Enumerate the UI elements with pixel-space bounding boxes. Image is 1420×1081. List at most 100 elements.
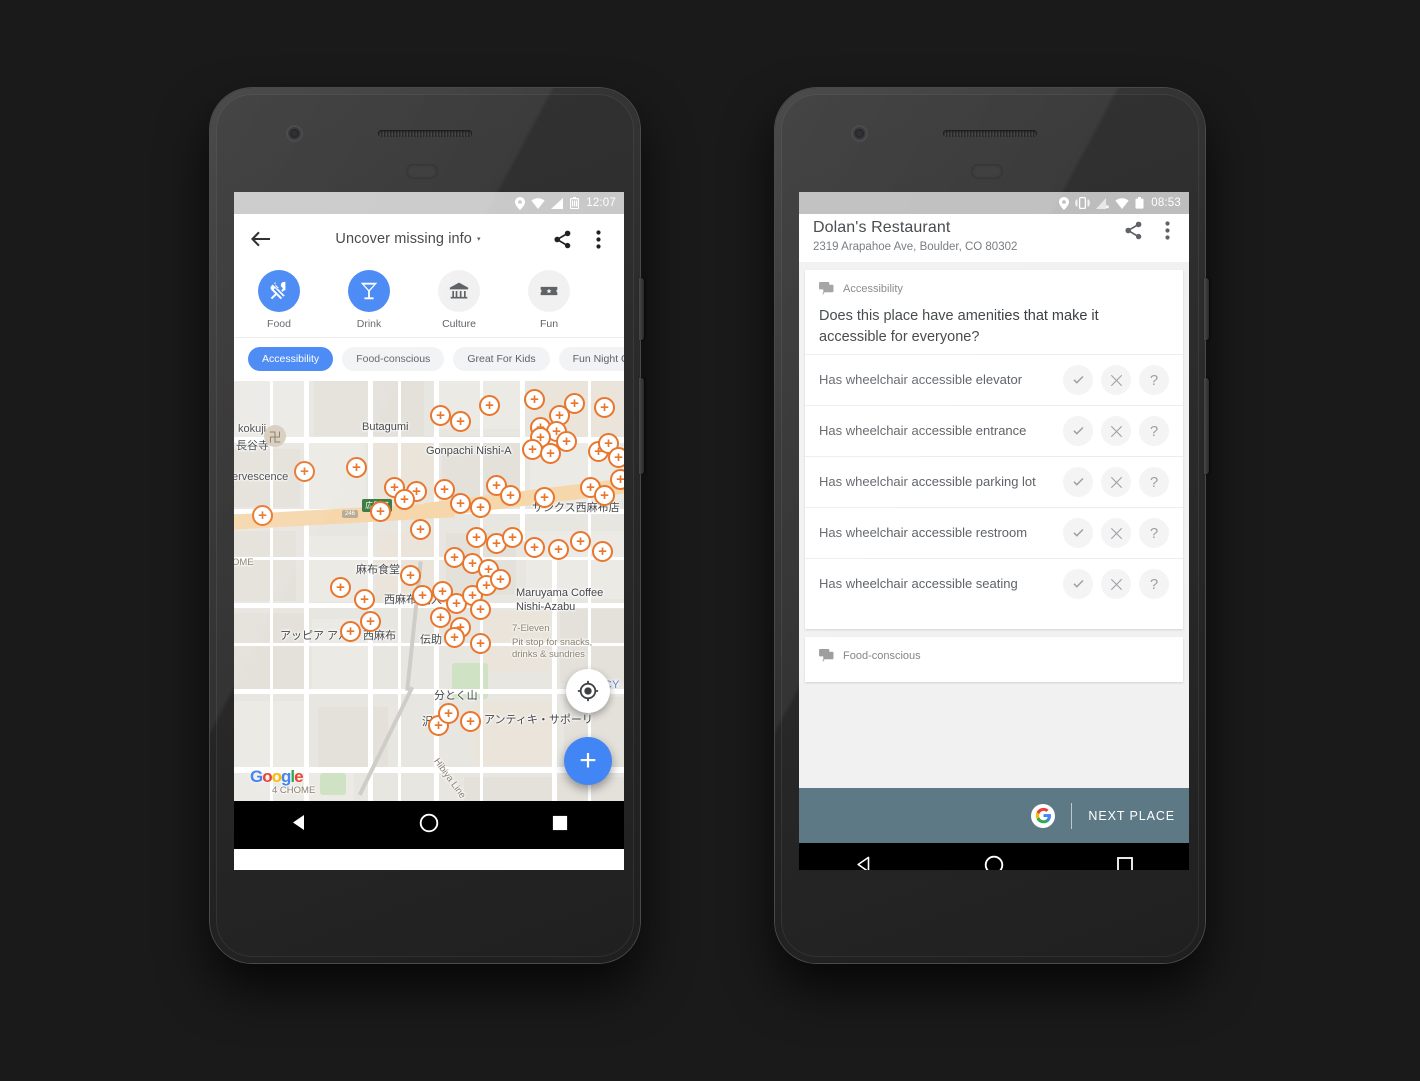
question-row: Has wheelchair accessible elevator ? — [805, 354, 1183, 405]
add-place-marker-icon[interactable]: + — [466, 527, 487, 548]
highway-shield: 246 — [342, 510, 359, 518]
add-place-marker-icon[interactable]: + — [524, 389, 545, 410]
add-place-marker-icon[interactable]: + — [370, 501, 391, 522]
volume-button-left[interactable] — [639, 378, 644, 474]
add-place-marker-icon[interactable]: + — [548, 539, 569, 560]
answer-yes-button[interactable] — [1063, 365, 1093, 396]
add-place-marker-icon[interactable]: + — [594, 485, 615, 506]
phone-screen-right: 08:53 Dolan's Restaurant 2319 Arapahoe A… — [799, 192, 1189, 870]
answer-unknown-button[interactable]: ? — [1139, 569, 1169, 600]
add-place-marker-icon[interactable]: + — [294, 461, 315, 482]
answer-unknown-button[interactable]: ? — [1139, 467, 1169, 498]
earpiece-speaker-right — [943, 130, 1037, 137]
overflow-menu-icon[interactable] — [586, 227, 610, 251]
add-place-marker-icon[interactable]: + — [608, 447, 624, 468]
android-nav-bar-right — [799, 843, 1189, 870]
chip-fun-night-out[interactable]: Fun Night O — [558, 347, 624, 371]
category-fun[interactable]: Fun — [504, 270, 594, 330]
nav-back-icon[interactable] — [855, 856, 872, 870]
add-place-marker-icon[interactable]: + — [524, 537, 545, 558]
add-place-marker-icon[interactable]: + — [470, 599, 491, 620]
add-place-marker-icon[interactable]: + — [490, 569, 511, 590]
question-mark-icon: ? — [1149, 575, 1159, 593]
add-place-marker-icon[interactable]: + — [410, 519, 431, 540]
category-culture[interactable]: Culture — [414, 270, 504, 330]
answer-no-button[interactable] — [1101, 365, 1131, 396]
add-place-marker-icon[interactable]: + — [592, 541, 613, 562]
answer-yes-button[interactable] — [1063, 467, 1093, 498]
add-place-marker-icon[interactable]: + — [394, 489, 415, 510]
add-place-marker-icon[interactable]: + — [450, 411, 471, 432]
answer-no-button[interactable] — [1101, 416, 1131, 447]
add-place-marker-icon[interactable]: + — [570, 531, 591, 552]
add-place-marker-icon[interactable]: + — [438, 703, 459, 724]
category-food[interactable]: Food — [234, 270, 324, 330]
signal-off-icon — [1096, 197, 1110, 209]
answer-unknown-button[interactable]: ? — [1139, 365, 1169, 396]
add-place-marker-icon[interactable]: + — [252, 505, 273, 526]
add-place-marker-icon[interactable]: + — [470, 497, 491, 518]
add-place-marker-icon[interactable]: + — [412, 585, 433, 606]
answer-yes-button[interactable] — [1063, 416, 1093, 447]
nav-back-icon[interactable] — [290, 814, 307, 836]
answer-unknown-button[interactable]: ? — [1139, 518, 1169, 549]
answer-yes-button[interactable] — [1063, 569, 1093, 600]
question-feed[interactable]: Accessibility Does this place have ameni… — [799, 262, 1189, 788]
nav-home-icon[interactable] — [984, 855, 1004, 870]
add-place-marker-icon[interactable]: + — [450, 493, 471, 514]
add-place-marker-icon[interactable]: + — [346, 457, 367, 478]
add-place-marker-icon[interactable]: + — [400, 565, 421, 586]
nav-home-icon[interactable] — [419, 813, 439, 838]
add-place-marker-icon[interactable]: + — [430, 405, 451, 426]
add-place-marker-icon[interactable]: + — [354, 589, 375, 610]
chip-food-conscious[interactable]: Food-conscious — [342, 347, 445, 371]
answer-no-button[interactable] — [1101, 518, 1131, 549]
question-row: Has wheelchair accessible seating ? — [805, 558, 1183, 609]
answer-no-button[interactable] — [1101, 569, 1131, 600]
answer-no-button[interactable] — [1101, 467, 1131, 498]
add-place-marker-icon[interactable]: + — [610, 469, 624, 490]
add-place-marker-icon[interactable]: + — [460, 711, 481, 732]
back-arrow-icon[interactable] — [248, 227, 272, 251]
forum-icon — [819, 282, 834, 295]
food-conscious-card[interactable]: Food-conscious — [805, 637, 1183, 683]
add-place-marker-icon[interactable]: + — [502, 527, 523, 548]
add-place-marker-icon[interactable]: + — [500, 485, 521, 506]
my-location-button[interactable] — [566, 669, 610, 713]
power-button-left[interactable] — [639, 278, 644, 340]
share-icon[interactable] — [1121, 218, 1145, 242]
add-place-marker-icon[interactable]: + — [444, 627, 465, 648]
overflow-menu-icon[interactable] — [1155, 218, 1179, 242]
volume-button-right[interactable] — [1204, 378, 1209, 474]
question-label: Has wheelchair accessible restroom — [819, 524, 1028, 540]
app-bar-title-group[interactable]: Uncover missing info ▾ — [278, 231, 538, 247]
answer-unknown-button[interactable]: ? — [1139, 416, 1169, 447]
add-place-marker-icon[interactable]: + — [330, 577, 351, 598]
nav-recents-icon[interactable] — [1116, 856, 1133, 870]
phone-device-right: 08:53 Dolan's Restaurant 2319 Arapahoe A… — [775, 88, 1209, 963]
question-mark-icon: ? — [1149, 473, 1159, 491]
map-canvas[interactable]: 246 広尾町 kokuji 長谷寺 ervescence Butagumi G… — [234, 381, 624, 801]
place-address: 2319 Arapahoe Ave, Boulder, CO 80302 — [813, 241, 1018, 253]
add-place-marker-icon[interactable]: + — [360, 611, 381, 632]
add-place-fab[interactable]: + — [564, 737, 612, 785]
chip-accessibility[interactable]: Accessibility — [248, 347, 334, 371]
add-place-marker-icon[interactable]: + — [430, 607, 451, 628]
add-place-marker-icon[interactable]: + — [540, 443, 561, 464]
add-place-marker-icon[interactable]: + — [340, 621, 361, 642]
next-place-button[interactable]: NEXT PLACE — [1088, 809, 1175, 823]
answer-yes-button[interactable] — [1063, 518, 1093, 549]
nav-recents-icon[interactable] — [552, 815, 568, 836]
add-place-marker-icon[interactable]: + — [479, 395, 500, 416]
add-place-marker-icon[interactable]: + — [594, 397, 615, 418]
share-icon[interactable] — [550, 227, 574, 251]
power-button-right[interactable] — [1204, 278, 1209, 340]
chip-great-for-kids[interactable]: Great For Kids — [453, 347, 550, 371]
bottom-bar-divider — [1071, 802, 1073, 829]
add-place-marker-icon[interactable]: + — [534, 487, 555, 508]
screenshot-canvas: 12:07 Uncover missing info ▾ Food Drink … — [0, 0, 1420, 1081]
add-place-marker-icon[interactable]: + — [564, 393, 585, 414]
category-drink[interactable]: Drink — [324, 270, 414, 330]
add-place-marker-icon[interactable]: + — [470, 633, 491, 654]
sensor-pill-left — [406, 164, 438, 179]
